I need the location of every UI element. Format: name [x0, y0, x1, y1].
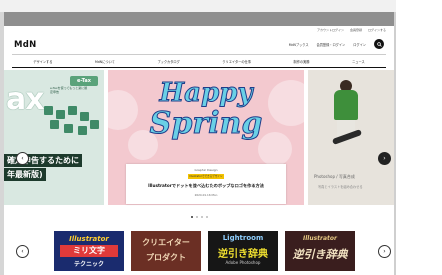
frame-margin-right: [396, 0, 442, 275]
slide-caption: Photoshop / 写真合成: [314, 174, 355, 179]
etax-badge: e-Tax: [70, 76, 98, 86]
book-caption: Adobe Photoshop: [225, 260, 261, 265]
person-photo: [328, 78, 364, 145]
nav-item[interactable]: デザインする: [33, 59, 52, 64]
chevron-right-icon: ›: [383, 154, 386, 162]
thumbs-prev-button[interactable]: ‹: [16, 245, 29, 258]
book-subtitle: 逆引き辞典: [218, 249, 268, 260]
search-icon: [376, 41, 382, 47]
book-thumb[interactable]: クリエイター プロダクト: [131, 231, 201, 271]
browser-chrome: [4, 12, 394, 26]
hero-carousel: e-Tax e-Taxを使ってもっと楽に確定申告 ax 確定申告するために 年最…: [4, 70, 394, 205]
slide-headline: Happy: [159, 78, 253, 109]
util-link[interactable]: 会員登録: [350, 28, 362, 32]
header-actions: MdNブックス 会員登録・ログイン ログイン: [289, 39, 384, 49]
book-thumb[interactable]: Lightroom 逆引き辞典 Adobe Photoshop: [208, 231, 278, 271]
nav-item[interactable]: MdNについて: [95, 59, 115, 64]
header-divider: [12, 54, 386, 55]
book-subtitle: 逆引き辞典: [292, 248, 348, 261]
carousel-dot[interactable]: [205, 216, 208, 218]
top-bar: [0, 0, 442, 12]
book-title: ミリ文字: [60, 245, 118, 257]
chevron-left-icon: ‹: [21, 154, 24, 162]
book-thumb[interactable]: Illustrator ミリ文字 テクニック: [54, 231, 124, 271]
util-link[interactable]: アカウントログイン: [317, 28, 344, 32]
thumbs-next-button[interactable]: ›: [378, 245, 391, 258]
hero-next-button[interactable]: ›: [378, 152, 391, 165]
carousel-dot[interactable]: [190, 216, 193, 218]
slide-caption: 写真とイラストを組み合わせる: [318, 185, 363, 189]
nav-item[interactable]: 制作の実務: [294, 59, 310, 64]
book-thumbnails: Illustrator ミリ文字 テクニック クリエイター プロダクト Ligh…: [54, 231, 355, 271]
book-title: クリエイター: [142, 237, 190, 247]
card-date: 2024.01.16 Mon: [194, 193, 218, 197]
card-category: Graphic Design: [194, 168, 218, 172]
search-button[interactable]: [374, 39, 384, 49]
chevron-left-icon: ‹: [21, 247, 24, 255]
carousel-dot[interactable]: [200, 216, 203, 218]
book-title: Illustrator: [302, 235, 337, 242]
slide-caption: 年最新版): [4, 168, 46, 181]
utility-links: アカウントログイン 会員登録 ログインする: [317, 28, 386, 32]
icon-grid: [44, 106, 100, 146]
carousel-dot[interactable]: [195, 216, 198, 218]
article-card[interactable]: Graphic Design Illustratorでできるデザイン Illus…: [126, 164, 286, 204]
chevron-right-icon: ›: [383, 247, 386, 255]
nav-item[interactable]: クリエイターの仕事: [222, 59, 251, 64]
member-link[interactable]: 会員登録・ログイン: [317, 42, 346, 47]
util-link[interactable]: ログインする: [368, 28, 386, 32]
slide-headline: Spring: [149, 106, 263, 142]
slide-photo[interactable]: Photoshop / 写真合成 写真とイラストを組み合わせる: [308, 70, 394, 205]
book-title: Lightroom: [222, 234, 264, 242]
slide-subtitle: e-Taxを使ってもっと楽に確定申告: [50, 86, 88, 94]
main-nav: デザインする MdNについて ブックカタログ クリエイターの仕事 制作の実務 ニ…: [12, 56, 386, 66]
card-title: Illustratorでドットを並べ込むたのボッブなロゴを作る方法: [148, 183, 264, 188]
book-subtitle: テクニック: [73, 261, 104, 268]
nav-item[interactable]: ブックカタログ: [157, 59, 179, 64]
carousel-dots: [4, 216, 394, 218]
book-subtitle: プロダクト: [146, 252, 186, 262]
device-frame: アカウントログイン 会員登録 ログインする MdN MdNブックス 会員登録・ロ…: [0, 0, 442, 275]
nav-underline: [12, 67, 386, 68]
shop-link[interactable]: MdNブックス: [289, 42, 309, 47]
card-tag: Illustratorでできるデザイン: [188, 174, 224, 179]
book-title: Illustrator: [69, 235, 109, 243]
slide-big-text: ax: [6, 82, 45, 117]
book-thumb[interactable]: Illustrator 逆引き辞典: [285, 231, 355, 271]
web-page: アカウントログイン 会員登録 ログインする MdN MdNブックス 会員登録・ロ…: [4, 26, 394, 275]
slide-tax[interactable]: e-Tax e-Taxを使ってもっと楽に確定申告 ax 確定申告するために 年最…: [4, 70, 104, 205]
login-link[interactable]: ログイン: [353, 42, 366, 47]
site-logo[interactable]: MdN: [14, 40, 37, 50]
hero-prev-button[interactable]: ‹: [16, 152, 29, 165]
nav-item[interactable]: ニュース: [352, 59, 365, 64]
